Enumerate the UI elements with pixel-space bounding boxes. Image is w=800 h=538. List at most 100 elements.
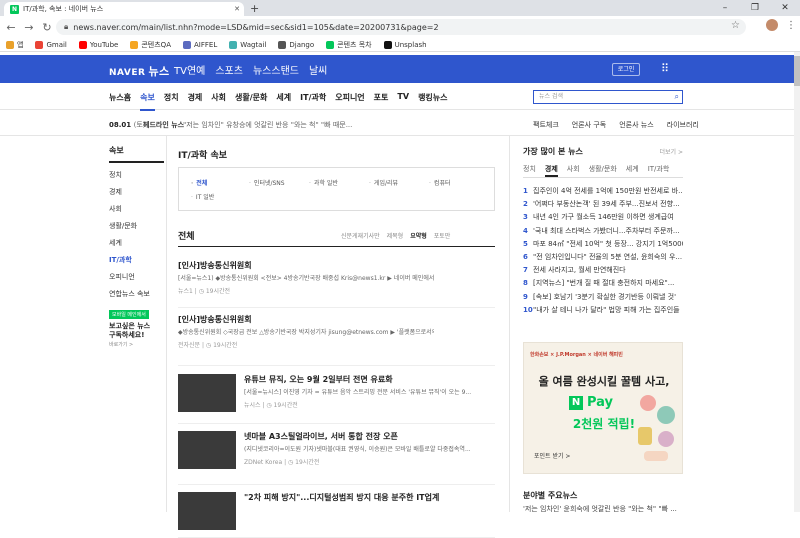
article-source[interactable]: 전자신문	[178, 342, 200, 349]
rank-item[interactable]: 3 내년 4인 가구 월소득 146만원 이하면 생계급여	[523, 212, 683, 222]
section-nav-item[interactable]: TV	[397, 92, 409, 111]
section-nav-item[interactable]: 뉴스홈	[109, 92, 131, 111]
section-nav-item[interactable]: 정치	[164, 92, 179, 111]
ad-banner[interactable]: 한화손보 × J.P.Morgan × 네이버 해피빈 올 여름 완성시킬 꿀템…	[523, 342, 683, 474]
category-tab[interactable]: 컴퓨터	[429, 178, 451, 187]
most-viewed-tab[interactable]: IT/과학	[648, 164, 670, 177]
app-grid-icon[interactable]: ⠿	[661, 62, 669, 75]
section-nav-item[interactable]: 포토	[374, 92, 389, 111]
category-tab[interactable]: 과학 일반	[309, 178, 338, 187]
mobile-link[interactable]: 바로가기 >	[109, 341, 164, 348]
sort-option[interactable]: 제목형	[387, 231, 404, 240]
article-item[interactable]: "2차 피해 방지"...디지털성범죄 방지 대응 분주한 IT업계	[178, 488, 495, 538]
headline-text[interactable]: "저는 임차인" 유창승에 엇갈린 반응 "와는 척" "빠 때문...	[183, 120, 352, 130]
rank-item[interactable]: 10"내가 살 테니 나가 달라" 법망 피해 가는 집주인들	[523, 305, 683, 315]
left-menu-item[interactable]: 정치	[109, 170, 164, 180]
section-nav-item[interactable]: 경제	[188, 92, 203, 111]
left-menu-item[interactable]: 사회	[109, 204, 164, 214]
bookmark-star-icon[interactable]: ☆	[731, 20, 740, 31]
bookmark-content-toc[interactable]: 콘텐츠 목차	[326, 40, 372, 50]
most-viewed-tab[interactable]: 정치	[523, 164, 536, 177]
article-item[interactable]: 넷마블 A3스틸얼라이브, 서버 통합 전장 오픈 (지디넷코리아=이도원 기자)…	[178, 427, 495, 485]
ad-point-button[interactable]: 포인트 받기 >	[534, 451, 570, 460]
category-tab[interactable]: IT 일반	[191, 192, 214, 201]
most-viewed-tab[interactable]: 사회	[567, 164, 580, 177]
article-title[interactable]: [인사]방송통신위원회	[178, 260, 252, 271]
link-press-subscribe[interactable]: 언론사 구독	[572, 120, 606, 130]
article-title[interactable]: 넷마블 A3스틸얼라이브, 서버 통합 전장 오픈	[244, 431, 398, 442]
left-menu-item[interactable]: 세계	[109, 238, 164, 248]
article-thumbnail[interactable]	[178, 431, 236, 469]
article-item[interactable]: [인사]방송통신위원회 ◆방송통신위원회 ◇국장급 전보 △방송기반국장 박지성기…	[178, 310, 495, 366]
bookmark-gmail[interactable]: Gmail	[35, 40, 67, 49]
category-tab[interactable]: 게임/리뷰	[369, 178, 398, 187]
header-nav-sports[interactable]: 스포츠	[215, 62, 243, 77]
bookmark-contentqa[interactable]: 콘텐츠QA	[130, 40, 171, 50]
new-tab-button[interactable]: +	[250, 2, 259, 15]
left-menu-item[interactable]: IT/과학	[109, 255, 164, 265]
sort-option[interactable]: 포토만	[434, 231, 451, 240]
rank-item[interactable]: 4 '국내 최대 스타벅스 가봤더니...주차부터 주문까...	[523, 226, 683, 236]
rank-item[interactable]: 1 집주인이 4억 전세를 1억에 150만원 반전세로 바...	[523, 186, 683, 196]
more-link[interactable]: 더보기 >	[660, 147, 684, 156]
rank-item[interactable]: 9 [속보] 호남기 '3분기 확실한 경기반등 이뤄낼 것'	[523, 292, 683, 302]
article-source[interactable]: ZDNet Korea	[244, 459, 282, 466]
bookmark-django[interactable]: Django	[278, 40, 314, 49]
sub-section-item[interactable]: '저는 임차인' 윤희숙에 엇갈린 반응 "와는 척" "빠 ...	[523, 504, 683, 514]
section-nav-item[interactable]: 랭킹뉴스	[418, 92, 447, 111]
article-title[interactable]: [인사]방송통신위원회	[178, 314, 252, 325]
article-item[interactable]: [인사]방송통신위원회 [서울=뉴스1) ◆방송통신위원회 <전보> 4방송기반국…	[178, 256, 495, 308]
avatar[interactable]	[766, 19, 778, 31]
left-menu-item[interactable]: 오피니언	[109, 272, 164, 282]
bookmark-aiffel[interactable]: AIFFEL	[182, 40, 217, 49]
forward-icon[interactable]: →	[20, 21, 38, 34]
bookmark-wagtail[interactable]: Wagtail	[229, 40, 266, 49]
sort-option[interactable]: 신문게재기사만	[341, 231, 380, 240]
browser-tab[interactable]: N IT/과학, 속보 : 네이버 뉴스 ✕	[4, 2, 244, 16]
rank-item[interactable]: 5 마포 84㎡ "전세 10억" 첫 등장... 강지기 1억5000...	[523, 239, 683, 249]
most-viewed-tab[interactable]: 경제	[544, 164, 558, 177]
article-title[interactable]: "2차 피해 방지"...디지털성범죄 방지 대응 분주한 IT업계	[244, 492, 439, 503]
bookmark-apps[interactable]: 앱	[6, 40, 23, 50]
menu-kebab-icon[interactable]: ⋮	[786, 20, 796, 31]
section-nav-item[interactable]: 사회	[211, 92, 226, 111]
article-source[interactable]: 뉴시스	[244, 402, 261, 409]
login-button[interactable]: 로그인	[612, 63, 640, 76]
tab-close-icon[interactable]: ✕	[230, 5, 244, 13]
left-menu-item[interactable]: 연합뉴스 속보	[109, 289, 164, 299]
link-press-news[interactable]: 언론사 뉴스	[619, 120, 653, 130]
article-source[interactable]: 뉴스1	[178, 288, 193, 295]
section-nav-item[interactable]: 속보	[140, 92, 155, 111]
mobile-promo[interactable]: 보고싶은 뉴스 구독하세요!	[109, 322, 164, 340]
category-tab[interactable]: 인터넷/SNS	[249, 178, 285, 187]
article-thumbnail[interactable]	[178, 374, 236, 412]
section-nav-item[interactable]: 세계	[276, 92, 291, 111]
link-library[interactable]: 라이브러리	[667, 120, 699, 130]
article-title[interactable]: 유튜브 뮤직, 오는 9월 2일부터 전면 유료화	[244, 374, 393, 385]
header-nav-weather[interactable]: 날씨	[309, 62, 327, 77]
left-menu-item[interactable]: 생활/문화	[109, 221, 164, 231]
article-item[interactable]: 유튜브 뮤직, 오는 9월 2일부터 전면 유료화 [서울=뉴시스] 이진영 기자…	[178, 370, 495, 424]
lock-icon[interactable]: 🔒︎	[64, 22, 68, 32]
news-search-input[interactable]: 뉴스 검색 ⌕	[533, 90, 683, 104]
bookmark-youtube[interactable]: YouTube	[78, 40, 118, 49]
maximize-button[interactable]: ❐	[740, 0, 770, 16]
scrollbar-track[interactable]	[794, 52, 800, 512]
minimize-button[interactable]: –	[710, 0, 740, 16]
rank-item[interactable]: 8 [지역뉴스] "번개 질 때 절대 충전하지 마세요"...	[523, 278, 683, 288]
left-menu-title[interactable]: 속보	[109, 145, 164, 163]
section-nav-item[interactable]: 오피니언	[335, 92, 364, 111]
header-nav-tv[interactable]: TV연예	[174, 62, 205, 77]
category-tab[interactable]: 전체	[191, 178, 207, 187]
rank-item[interactable]: 6 "전 임차인입니다" 전율의 5분 연설, 윤희숙의 우...	[523, 252, 683, 262]
header-nav-newsstand[interactable]: 뉴스스탠드	[253, 62, 299, 77]
rank-item[interactable]: 7 전세 사라지고, 월세 만연해진다	[523, 265, 683, 275]
most-viewed-tab[interactable]: 생활/문화	[589, 164, 617, 177]
scrollbar-thumb[interactable]	[794, 56, 800, 86]
left-menu-item[interactable]: 경제	[109, 187, 164, 197]
back-icon[interactable]: ←	[2, 21, 20, 34]
article-thumbnail[interactable]	[178, 492, 236, 530]
naver-news-logo[interactable]: NAVER 뉴스	[109, 63, 170, 79]
rank-item[interactable]: 2 '어쩌다 부동산논객' 된 39세 주부...진보서 전향...	[523, 199, 683, 209]
search-icon[interactable]: ⌕	[675, 91, 679, 103]
